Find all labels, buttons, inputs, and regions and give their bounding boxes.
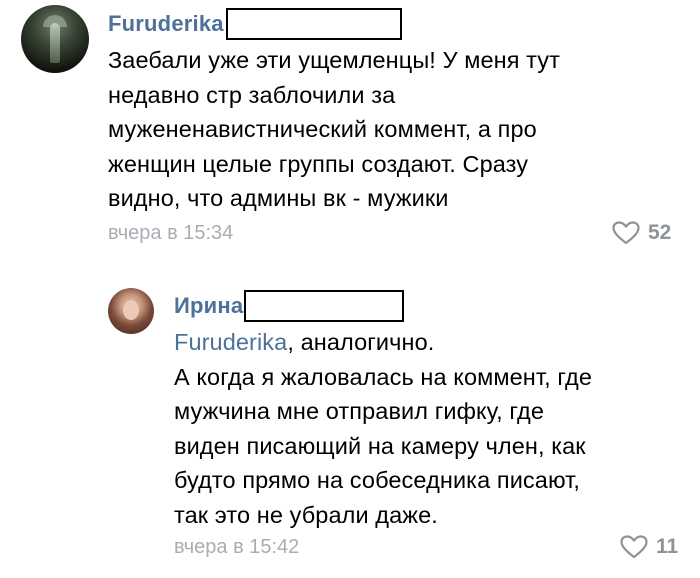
comment-timestamp[interactable]: вчера в 15:34 <box>108 222 233 245</box>
comment-line: видно, что админы вк - мужики <box>108 185 449 211</box>
avatar-face-shape <box>123 300 139 320</box>
comment-line: так это не убрали даже. <box>174 501 438 528</box>
comment-timestamp[interactable]: вчера в 15:42 <box>174 536 299 559</box>
avatar[interactable] <box>21 5 89 73</box>
comment-line: будто прямо на собеседника писают, <box>174 467 581 493</box>
redaction-box <box>244 290 405 322</box>
comment-text: Furuderika, аналогично. А когда я жалова… <box>174 325 592 532</box>
comment-author-name[interactable]: Ирина <box>174 293 243 319</box>
comment-author-row: Furuderika <box>108 8 402 40</box>
heart-outline-icon <box>612 221 640 245</box>
comment-line: мужчина мне отправил гифку, где <box>174 398 545 424</box>
like-button[interactable]: 11 <box>620 535 678 559</box>
comment-line: виден писающий на камеру член, как <box>174 432 586 459</box>
comment-line: женщин целые группы создают. Сразу <box>108 150 529 177</box>
comment-author-name[interactable]: Furuderika <box>108 11 224 37</box>
comment-line: недавно стр заблочили за <box>108 81 396 108</box>
like-count: 52 <box>648 221 672 244</box>
mention-link[interactable]: Furuderika <box>174 329 287 355</box>
comment-line: Заебали уже эти ущемленцы! У меня тут <box>108 47 561 73</box>
avatar[interactable] <box>108 288 154 334</box>
comment-line: Furuderika, аналогично. <box>174 325 592 360</box>
like-button[interactable]: 52 <box>612 221 671 245</box>
comment-text: Заебали уже эти ущемленцы! У меня тут не… <box>108 43 560 216</box>
heart-outline-icon <box>620 535 648 559</box>
comment-line-rest: , аналогично. <box>287 329 435 355</box>
comment-line: мужененавистнический коммент, а про <box>108 116 537 142</box>
avatar-figure-shape <box>50 23 60 63</box>
like-count: 11 <box>656 535 679 558</box>
redaction-box <box>225 8 402 40</box>
comment-line: А когда я жаловалась на коммент, где <box>174 363 592 390</box>
comment-author-row: Ирина <box>174 290 405 322</box>
